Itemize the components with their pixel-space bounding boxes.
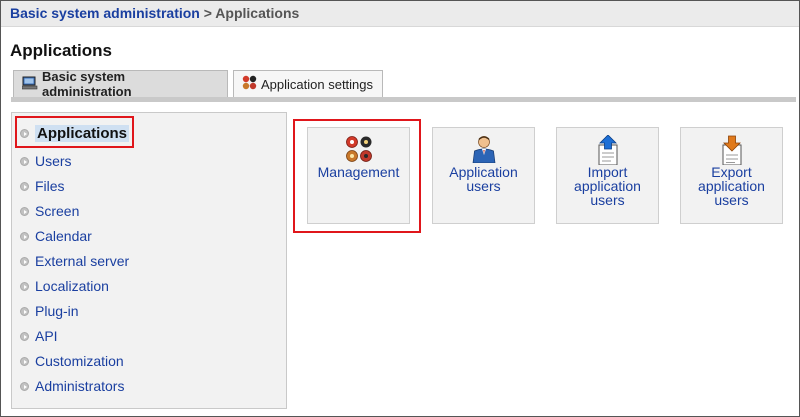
tab-label: Application settings (261, 76, 374, 92)
sidebar-item-label: Users (35, 153, 72, 169)
bullet-arrow-icon (20, 281, 29, 291)
export-icon (720, 135, 744, 167)
breadcrumb-current: Applications (215, 5, 300, 21)
sidebar-item-administrators[interactable]: Administrators (20, 376, 124, 396)
tile-label: Export application users (698, 164, 765, 208)
breadcrumb: Basic system administration > Applicatio… (1, 1, 799, 27)
sidebar-item-label: Screen (35, 203, 80, 219)
sidebar-item-customization[interactable]: Customization (20, 351, 124, 371)
highlight-applications (15, 116, 134, 148)
page-title: Applications (10, 41, 113, 60)
bullet-arrow-icon (20, 231, 29, 241)
sidebar-item-label: Plug-in (35, 303, 79, 319)
sidebar-item-calendar[interactable]: Calendar (20, 226, 92, 246)
highlight-management (293, 119, 421, 233)
import-icon (596, 134, 620, 167)
tile-export-application-users[interactable]: Export application users (680, 127, 783, 224)
tab-basic-system-administration[interactable]: Basic system administration (13, 69, 228, 99)
tab-application-settings[interactable]: Application settings (233, 70, 383, 97)
sidebar-item-label: Administrators (35, 378, 125, 394)
sidebar-item-label: External server (35, 253, 130, 269)
breadcrumb-link-basic-system-administration[interactable]: Basic system administration (10, 5, 200, 21)
tab-underline (11, 97, 796, 102)
sidebar-item-plug-in[interactable]: Plug-in (20, 301, 79, 321)
sidebar-item-external-server[interactable]: External server (20, 251, 129, 271)
sidebar-item-label: Customization (35, 353, 124, 369)
bullet-arrow-icon (20, 306, 29, 316)
tile-label: Application users (449, 164, 518, 194)
sidebar-item-label: Calendar (35, 228, 92, 244)
sidebar-item-screen[interactable]: Screen (20, 201, 79, 221)
sidebar: Applications Users Files Screen Calendar… (11, 112, 287, 409)
sidebar-item-label: Localization (35, 278, 109, 294)
computer-icon (21, 76, 38, 93)
bullet-arrow-icon (20, 156, 29, 166)
bullet-arrow-icon (20, 206, 29, 216)
bullet-arrow-icon (20, 381, 29, 391)
breadcrumb-separator: > (199, 5, 216, 21)
app-settings-icon (242, 75, 257, 93)
sidebar-item-label: API (35, 328, 58, 344)
user-icon (471, 135, 497, 165)
bullet-arrow-icon (20, 331, 29, 341)
sidebar-item-api[interactable]: API (20, 326, 58, 346)
bullet-arrow-icon (20, 181, 29, 191)
sidebar-item-files[interactable]: Files (20, 176, 65, 196)
tab-label: Basic system administration (42, 69, 132, 99)
bullet-arrow-icon (20, 256, 29, 266)
sidebar-item-users[interactable]: Users (20, 151, 72, 171)
tile-import-application-users[interactable]: Import application users (556, 127, 659, 224)
sidebar-item-label: Files (35, 178, 65, 194)
tile-label: Import application users (574, 164, 641, 208)
sidebar-item-localization[interactable]: Localization (20, 276, 109, 296)
tile-application-users[interactable]: Application users (432, 127, 535, 224)
bullet-arrow-icon (20, 356, 29, 366)
